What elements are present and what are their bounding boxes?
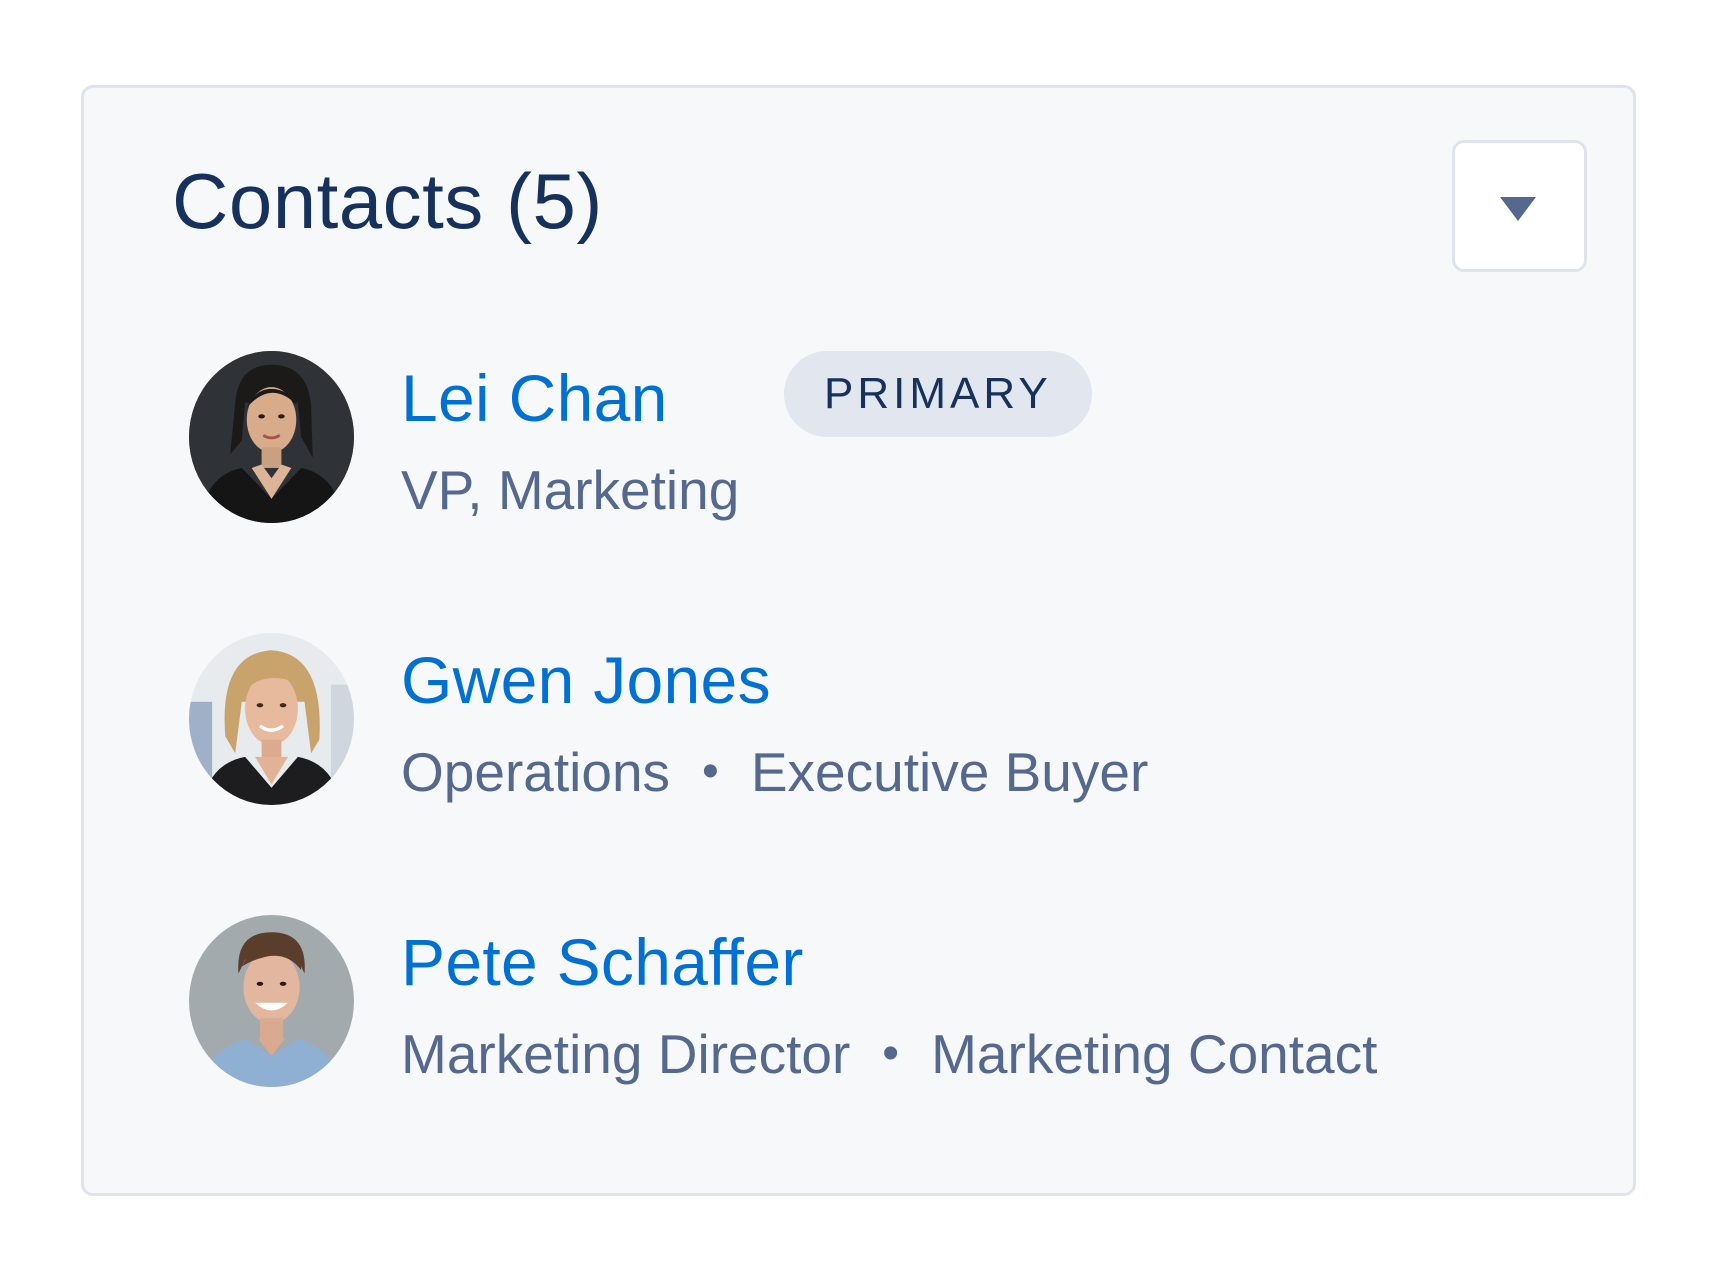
avatar-photo-icon [189,915,354,1087]
contact-department: Operations [401,741,671,803]
primary-badge: PRIMARY [784,351,1092,437]
avatar[interactable] [189,915,354,1087]
contact-name-link[interactable]: Lei Chan [401,365,668,431]
separator-dot-icon: • [882,1027,900,1080]
contact-meta: Operations • Executive Buyer [401,745,1148,800]
contact-title: VP, Marketing [401,459,740,521]
contact-meta: Marketing Director • Marketing Contact [401,1027,1377,1082]
avatar[interactable] [189,633,354,805]
card-title: Contacts (5) [172,157,603,245]
avatar-photo-icon [189,633,354,805]
avatar[interactable] [189,351,354,523]
separator-dot-icon: • [702,745,719,798]
contact-name-link[interactable]: Pete Schaffer [401,929,804,995]
contact-name-link[interactable]: Gwen Jones [401,647,771,713]
contact-role: Executive Buyer [750,741,1149,803]
chevron-down-icon [1500,197,1536,221]
card-menu-button[interactable] [1452,140,1587,272]
contact-department: Marketing Director [401,1023,851,1085]
contacts-card: Contacts (5) Lei Chan PRIMARY VP, Market… [81,85,1636,1196]
contact-meta: VP, Marketing [401,463,739,518]
contact-role: Marketing Contact [931,1023,1378,1085]
avatar-photo-icon [189,351,354,523]
